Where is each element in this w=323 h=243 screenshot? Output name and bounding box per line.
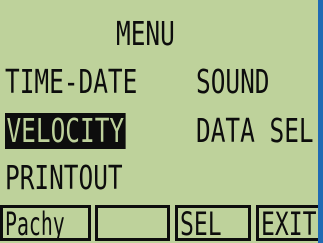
softkey-sel-label: SEL [180,205,222,241]
softkey-pachy-label: Pachy [5,205,65,241]
softkey-exit-label: EXIT [261,205,317,241]
softkey-sel[interactable]: SEL [175,205,251,241]
softkey-pachy[interactable]: Pachy [0,205,91,241]
menu-item-printout[interactable]: PRINTOUT [5,160,123,196]
menu-item-sound[interactable]: SOUND [196,64,270,100]
menu-item-time-date[interactable]: TIME-DATE [5,64,137,100]
menu-item-velocity-selected[interactable]: VELOCITY [5,113,126,149]
menu-item-data-sel[interactable]: DATA SEL [196,113,314,149]
softkey-blank[interactable] [95,205,170,241]
softkey-exit[interactable]: EXIT [256,205,318,241]
lcd-screen: MENU TIME-DATE SOUND VELOCITY DATA SEL P… [0,0,318,243]
menu-title: MENU [116,14,175,53]
